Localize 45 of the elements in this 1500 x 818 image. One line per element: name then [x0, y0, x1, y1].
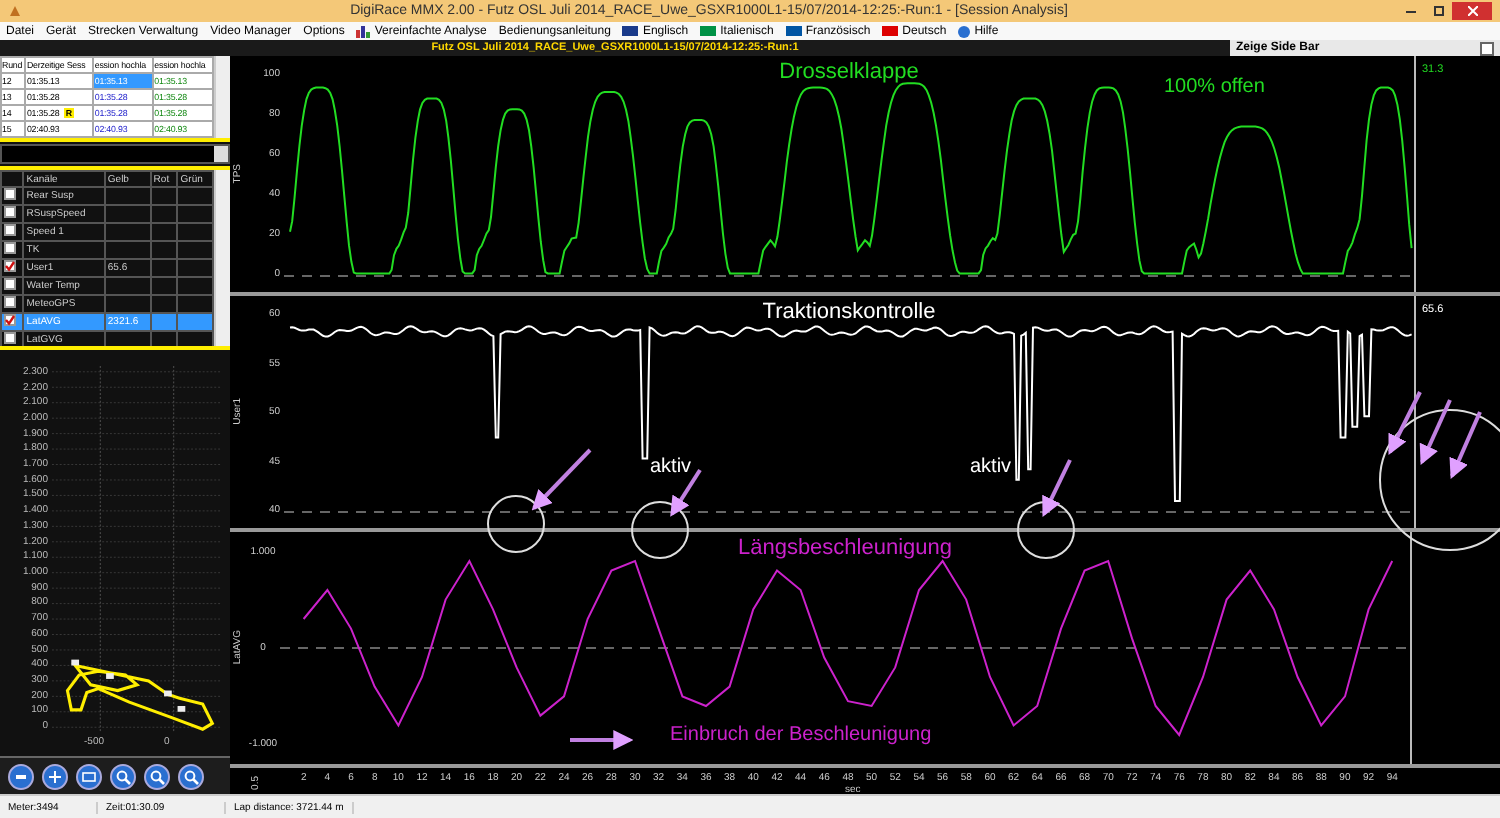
annotation-text: aktiv: [650, 456, 692, 478]
dropdown[interactable]: [0, 144, 230, 164]
bar-chart-icon: [356, 25, 371, 37]
arrow: [1419, 399, 1452, 466]
annotation-text: aktiv: [970, 456, 1012, 478]
search-icon: [184, 769, 199, 785]
checkbox[interactable]: [4, 188, 16, 201]
arrow: [570, 730, 634, 750]
checkbox[interactable]: [4, 260, 16, 273]
extent-icon: [82, 771, 96, 782]
highlight-circle: [631, 501, 689, 559]
checkbox[interactable]: [4, 332, 16, 345]
minimize-icon: [1405, 9, 1415, 13]
checkbox[interactable]: [4, 296, 16, 309]
arrow: [531, 448, 592, 511]
arrow: [1042, 459, 1072, 517]
checkbox[interactable]: [4, 278, 16, 291]
map-tool-button[interactable]: [178, 763, 204, 790]
help-icon: [958, 25, 971, 37]
app-icon: [8, 4, 22, 18]
map-tool-button[interactable]: [144, 763, 170, 790]
map-tool-button[interactable]: [110, 763, 136, 790]
chart-title: Traktionskontrolle: [762, 300, 936, 324]
chart-note: 100% offen: [1164, 76, 1265, 98]
close-icon: [1467, 6, 1477, 16]
highlight-circle: [487, 495, 545, 553]
checkbox[interactable]: [4, 206, 16, 219]
chart-title: Längsbeschleunigung: [737, 536, 953, 560]
map-tool-button[interactable]: [8, 763, 34, 790]
close-button[interactable]: [1452, 2, 1492, 20]
scrollbar[interactable]: [214, 56, 230, 139]
highlight-circle: [1017, 501, 1075, 559]
checkbox[interactable]: [4, 224, 16, 237]
checkbox[interactable]: [4, 314, 16, 327]
search-icon: [150, 769, 165, 785]
search-icon: [116, 769, 131, 785]
map-tool-button[interactable]: [42, 763, 68, 790]
map-tool-button[interactable]: [76, 763, 102, 790]
arrow: [1388, 391, 1422, 455]
checkbox[interactable]: [4, 242, 16, 255]
annotation-text: Einbruch der Beschleunigung: [670, 724, 932, 746]
chart-title: Drosselklappe: [779, 60, 919, 84]
arrow: [1449, 411, 1482, 480]
scrollbar[interactable]: [214, 169, 230, 346]
maximize-icon: [1433, 6, 1443, 16]
